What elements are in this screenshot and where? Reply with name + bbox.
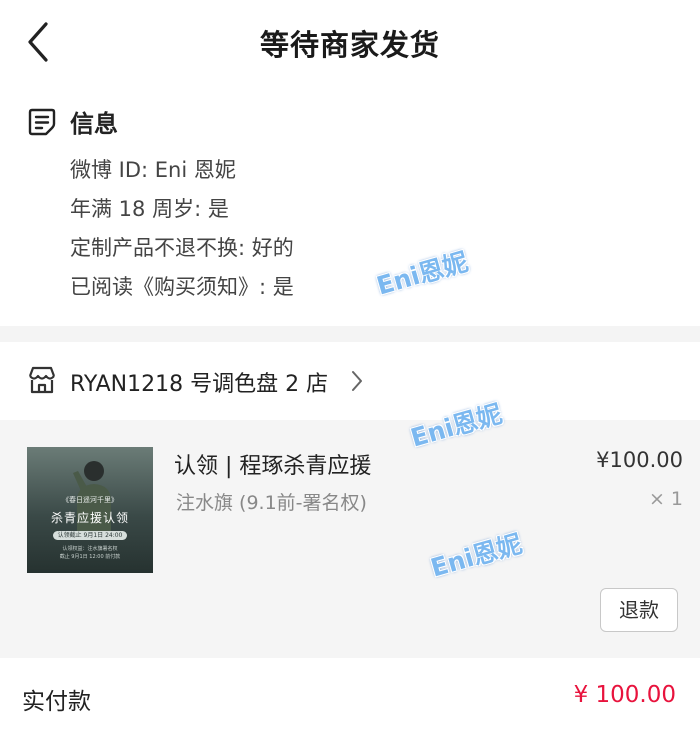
product-card[interactable]: 《春日遥河千里》 杀青应援认领 认领截止 9月1日 24:00 认领权益：注水旗…	[0, 420, 700, 658]
product-price: ¥100.00	[596, 448, 683, 472]
shop-row[interactable]: RYAN1218 号调色盘 2 店	[0, 342, 700, 420]
note-icon	[28, 108, 56, 136]
info-notice-read: 已阅读《购买须知》: 是	[70, 275, 294, 299]
thumbnail-tag: 《春日遥河千里》	[62, 496, 118, 504]
thumbnail-headline: 杀青应援认领	[50, 511, 129, 525]
info-custom-policy: 定制产品不退不换: 好的	[70, 236, 294, 260]
chevron-right-icon[interactable]	[350, 370, 364, 392]
product-quantity: × 1	[648, 488, 683, 510]
info-title: 信息	[70, 110, 118, 138]
thumbnail-deadline: 认领截止 9月1日 24:00	[53, 531, 127, 540]
total-amount: ¥ 100.00	[573, 682, 676, 708]
product-spec: 注水旗 (9.1前-署名权)	[176, 492, 367, 514]
product-thumbnail[interactable]: 《春日遥河千里》 杀青应援认领 认领截止 9月1日 24:00 认领权益：注水旗…	[27, 447, 153, 573]
page-title: 等待商家发货	[259, 28, 440, 62]
info-weibo-id: 微博 ID: Eni 恩妮	[70, 158, 236, 182]
section-divider	[0, 326, 700, 342]
shop-name[interactable]: RYAN1218 号调色盘 2 店	[70, 366, 328, 398]
refund-button[interactable]: 退款	[600, 588, 678, 632]
payment-summary: 实付款 ¥ 100.00	[0, 658, 700, 736]
product-title[interactable]: 认领 | 程琢杀青应援	[174, 448, 371, 480]
store-icon	[28, 366, 56, 394]
info-section: 信息 微博 ID: Eni 恩妮 年满 18 周岁: 是 定制产品不退不换: 好…	[0, 96, 700, 322]
thumbnail-note-1: 认领权益：注水旗署名权	[62, 546, 118, 552]
header-bar: 等待商家发货	[0, 0, 700, 84]
info-age: 年满 18 周岁: 是	[70, 197, 229, 221]
total-label: 实付款	[22, 689, 91, 715]
thumbnail-note-2: 截止 9月1日 12:00 前付款	[59, 554, 121, 560]
